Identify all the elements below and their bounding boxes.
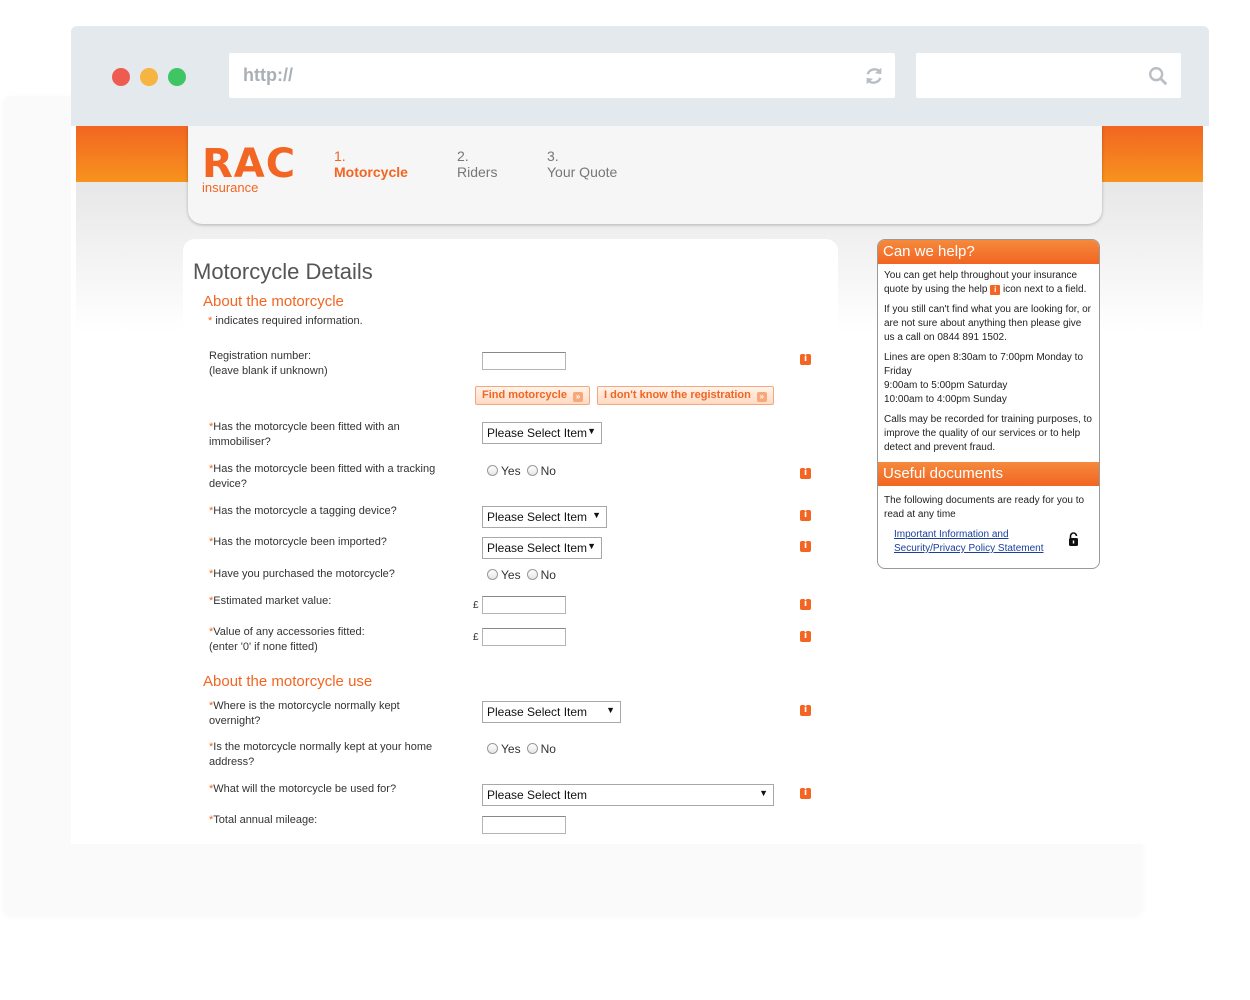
- currency-symbol: £: [473, 600, 479, 611]
- home-address-label: *Is the motorcycle normally kept at your…: [209, 741, 433, 768]
- section-motorcycle-use: About the motorcycle use: [203, 673, 373, 690]
- page-title: Motorcycle Details: [193, 259, 373, 284]
- maximize-window-button[interactable]: [168, 68, 186, 86]
- step-number: 2.: [457, 148, 469, 164]
- logo-wordmark: RAC: [202, 141, 297, 187]
- market-value-label: *Estimated market value:: [209, 595, 332, 607]
- tracking-yes-radio[interactable]: [487, 465, 498, 476]
- chevron-down-icon: ▼: [759, 788, 768, 798]
- registration-label: Registration number: (leave blank if unkn…: [209, 350, 328, 377]
- purchased-radio-group: Yes No: [487, 568, 556, 582]
- info-icon[interactable]: i: [800, 788, 811, 799]
- tracking-radio-group: Yes No: [487, 464, 556, 478]
- page-viewport: RAC insurance 1. Motorcycle 2. Riders 3.…: [71, 126, 1209, 844]
- info-icon[interactable]: i: [800, 354, 811, 365]
- help-contact-text: If you still can't find what you are loo…: [884, 304, 1092, 343]
- tagging-select[interactable]: Please Select Item ▼: [482, 506, 607, 528]
- imported-label: *Has the motorcycle been imported?: [209, 536, 387, 548]
- immobiliser-select[interactable]: Please Select Item ▼: [482, 422, 602, 444]
- opening-hours: Lines are open 8:30am to 7:00pm Monday t…: [884, 352, 1084, 405]
- step-label: Riders: [457, 164, 498, 180]
- info-icon[interactable]: i: [800, 541, 811, 552]
- browser-chrome: http://: [71, 26, 1209, 126]
- home-address-yes-radio[interactable]: [487, 743, 498, 754]
- recording-notice: Calls may be recorded for training purpo…: [884, 414, 1092, 453]
- accessories-value-input[interactable]: [482, 628, 566, 646]
- search-icon[interactable]: [1147, 65, 1169, 87]
- help-panel: Can we help? You can get help throughout…: [877, 239, 1100, 569]
- market-value-input[interactable]: [482, 596, 566, 614]
- address-text: http://: [243, 65, 293, 85]
- info-icon[interactable]: i: [800, 599, 811, 610]
- chevron-down-icon: ▼: [587, 426, 596, 436]
- tracking-label: *Has the motorcycle been fitted with a t…: [209, 463, 436, 490]
- home-address-radio-group: Yes No: [487, 742, 556, 756]
- browser-search-bar[interactable]: [916, 53, 1181, 98]
- registration-input[interactable]: [482, 352, 566, 370]
- chevron-down-icon: ▼: [587, 541, 596, 551]
- mileage-input[interactable]: [482, 816, 566, 834]
- section-about-motorcycle: About the motorcycle: [203, 293, 344, 310]
- step-label: Your Quote: [547, 164, 618, 180]
- rac-logo[interactable]: RAC insurance: [202, 141, 297, 195]
- imported-select[interactable]: Please Select Item ▼: [482, 537, 602, 559]
- purchased-no-radio[interactable]: [526, 569, 538, 580]
- minimize-window-button[interactable]: [140, 68, 158, 86]
- usage-label: *What will the motorcycle be used for?: [209, 783, 397, 795]
- mileage-label: *Total annual mileage:: [209, 814, 318, 826]
- immobiliser-label: *Has the motorcycle been fitted with an …: [209, 421, 400, 448]
- find-motorcycle-button[interactable]: Find motorcycle»: [475, 386, 590, 405]
- currency-symbol: £: [473, 632, 479, 643]
- help-text: You can get help throughout your insuran…: [884, 270, 1087, 295]
- overnight-select[interactable]: Please Select Item ▼: [482, 701, 621, 723]
- step-riders[interactable]: 2. Riders: [457, 148, 497, 180]
- tagging-label: *Has the motorcycle a tagging device?: [209, 505, 397, 517]
- info-icon: i: [990, 285, 1001, 295]
- chevron-down-icon: ▼: [606, 705, 615, 715]
- browser-window: http:// RAC insurance 1. Motorcycle 2. R…: [71, 26, 1209, 844]
- dont-know-registration-button[interactable]: I don't know the registration»: [597, 386, 774, 405]
- arrow-icon: »: [756, 392, 767, 402]
- home-address-no-radio[interactable]: [526, 743, 538, 754]
- step-number: 1.: [334, 148, 346, 164]
- privacy-policy-link[interactable]: Important Information and Security/Priva…: [894, 528, 1054, 556]
- accessories-label: *Value of any accessories fitted: (enter…: [209, 626, 365, 653]
- info-icon[interactable]: i: [800, 705, 811, 716]
- site-header: RAC insurance 1. Motorcycle 2. Riders 3.…: [188, 126, 1102, 224]
- close-window-button[interactable]: [112, 68, 130, 86]
- required-note: * indicates required information.: [208, 315, 363, 327]
- usage-select[interactable]: Please Select Item ▼: [482, 784, 774, 806]
- useful-documents-title: Useful documents: [878, 462, 1099, 486]
- step-number: 3.: [547, 148, 559, 164]
- arrow-icon: »: [572, 392, 583, 402]
- help-panel-body: You can get help throughout your insuran…: [878, 264, 1099, 455]
- address-bar[interactable]: http://: [229, 53, 895, 98]
- info-icon[interactable]: i: [800, 468, 811, 479]
- step-label: Motorcycle: [334, 164, 408, 180]
- info-icon[interactable]: i: [800, 631, 811, 642]
- help-panel-title: Can we help?: [878, 240, 1099, 264]
- chevron-down-icon: ▼: [592, 510, 601, 520]
- motorcycle-details-form: Motorcycle Details About the motorcycle …: [183, 239, 838, 844]
- lock-icon: [1069, 532, 1078, 546]
- reload-icon[interactable]: [863, 65, 885, 87]
- purchased-label: *Have you purchased the motorcycle?: [209, 568, 395, 580]
- tracking-no-radio[interactable]: [526, 465, 538, 476]
- purchased-yes-radio[interactable]: [487, 569, 498, 580]
- info-icon[interactable]: i: [800, 510, 811, 521]
- step-motorcycle[interactable]: 1. Motorcycle: [334, 148, 408, 180]
- useful-documents-text: The following documents are ready for yo…: [884, 495, 1085, 520]
- overnight-label: *Where is the motorcycle normally kept o…: [209, 700, 400, 727]
- step-your-quote[interactable]: 3. Your Quote: [547, 148, 617, 180]
